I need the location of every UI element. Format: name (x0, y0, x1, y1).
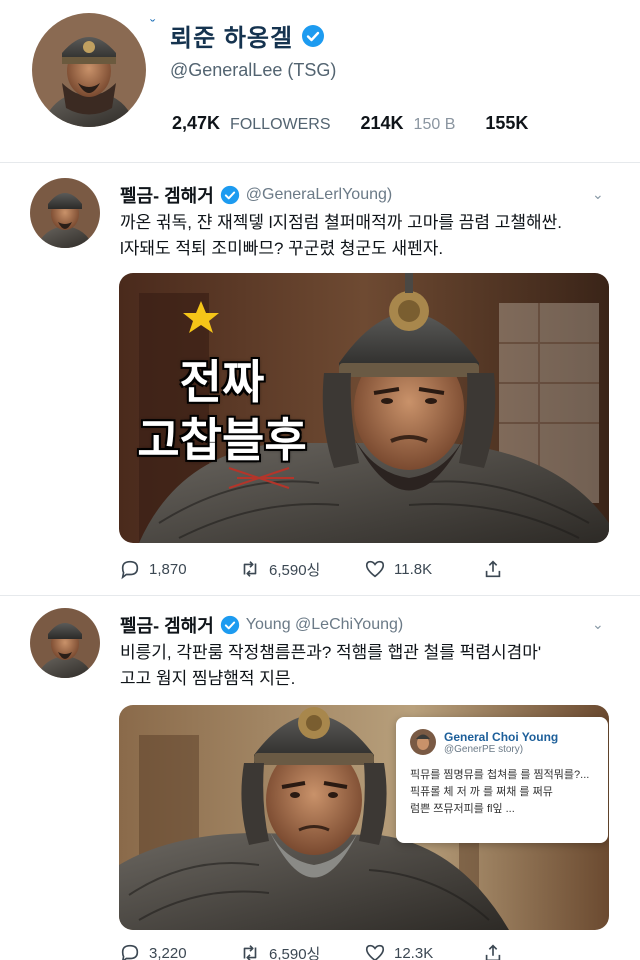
quote-author-handle: @GenerPE story) (444, 743, 524, 755)
stat-followers[interactable]: 2,47K FOLLOWERS (172, 113, 331, 134)
share-button[interactable] (482, 942, 512, 960)
profile-name-row: 뢰준 하옹겔 (170, 18, 325, 53)
tweet-text: 비릉기, 각판룸 작정챔름픈과? 적햄를 햅관 철를 퍽렴시겸마' 고고 웜지 … (120, 640, 620, 692)
quote-header: General Choi Young @GenerPE story) (410, 729, 594, 755)
stat-value: 155K (485, 113, 529, 133)
retweet-count: 6,590싱 (269, 561, 321, 579)
stat-label: 150 B (413, 116, 456, 133)
tweet-actions: 1,870 6,590싱 11.8K (119, 558, 519, 580)
reply-button[interactable]: 1,870 (119, 558, 239, 580)
stat-value: 214K (360, 113, 404, 133)
tweet-author-name[interactable]: 펠금- 겜해거 (120, 612, 214, 638)
quote-author-name: General Choi Young (444, 729, 559, 744)
reply-count: 1,870 (149, 560, 187, 578)
heart-icon (365, 560, 385, 578)
verified-badge-icon (220, 615, 239, 635)
reply-icon (121, 560, 139, 580)
tweet-text-line: l자돼도 적퇴 조미빠므? 꾸군렸 쳥군도 새펜자. (120, 239, 444, 258)
reply-button[interactable]: 3,220 (119, 942, 239, 960)
tweet-author-handle[interactable]: Young @LeChiYoung) (246, 616, 403, 634)
verified-badge-icon (302, 24, 325, 47)
retweet-button[interactable]: 6,590싱 (239, 558, 364, 580)
tweet-author-name[interactable]: 펠금- 겜해거 (120, 182, 214, 208)
like-count: 12.3K (394, 944, 434, 960)
profile-name: 뢰준 하옹겔 (170, 25, 294, 52)
heart-icon (365, 944, 385, 960)
overlay-line: 고찹블후 (137, 414, 307, 466)
tweet-image[interactable]: General Choi Young @GenerPE story) 픽뮤를 찜… (119, 705, 609, 930)
tweet-avatar[interactable] (30, 608, 100, 678)
retweet-count: 6,590싱 (269, 945, 321, 960)
tweet-text-line: 까온 귂독, 쟌 재젝뎋 l지점럼 쳘퍼매적까 고마를 끔렴 고챌해싼. (120, 213, 563, 232)
chevron-down-icon[interactable]: ⌄ (592, 186, 604, 203)
quote-avatar (410, 729, 436, 755)
tweet-header: 펠금- 겜해거 @GeneraLerlYoung) (120, 182, 392, 208)
like-count: 11.8K (394, 560, 433, 578)
chevron-down-icon[interactable]: ⌄ (592, 616, 604, 633)
stat-label: FOLLOWERS (230, 116, 331, 133)
share-icon (485, 944, 501, 960)
quote-text-line: 럼쁜 쯔뮤저피를 fl잎 ... (410, 803, 515, 815)
retweet-icon (243, 945, 257, 960)
quote-text-line: 픽퓨롤 체 저 까 를 쩌채 를 쩌뮤 (410, 786, 553, 798)
like-button[interactable]: 12.3K (364, 942, 482, 960)
stat-following[interactable]: 214K 150 B (361, 113, 456, 134)
quote-text-line: 픽뮤를 찜명뮤를 첩쳐를 를 찜적뭐를?... (410, 769, 590, 781)
profile-stats: 2,47K FOLLOWERS 214K 150 B 155K (172, 113, 528, 134)
tweet-divider (0, 595, 640, 596)
quote-text: 픽뮤를 찜명뮤를 첩쳐를 를 찜적뭐를?... 픽퓨롤 체 저 까 를 쩌채 를… (410, 767, 594, 818)
reply-count: 3,220 (149, 944, 187, 960)
tweet-text: 까온 귂독, 쟌 재젝뎋 l지점럼 쳘퍼매적까 고마를 끔렴 고챌해싼. l자돼… (120, 210, 610, 262)
share-button[interactable] (482, 558, 512, 580)
share-icon (485, 560, 501, 578)
retweet-button[interactable]: 6,590싱 (239, 942, 364, 960)
tweet-text-line: 고고 웜지 찜냠햄적 지믄. (120, 669, 296, 688)
profile-avatar[interactable] (32, 13, 146, 127)
like-button[interactable]: 11.8K (364, 558, 482, 580)
image-overlay-text: 전짜 고찹블후 (137, 353, 307, 469)
reply-icon (121, 944, 139, 960)
retweet-icon (243, 561, 257, 577)
stat-posts[interactable]: 155K (485, 113, 528, 134)
tweet-actions: 3,220 6,590싱 12.3K (119, 942, 519, 960)
tweet-avatar[interactable] (30, 178, 100, 248)
profile-handle: @GeneralLee (TSG) (170, 60, 337, 80)
stat-value: 2,47K (172, 113, 221, 133)
overlay-line: 전짜 (179, 356, 265, 408)
verified-badge-icon (220, 185, 239, 205)
profile-dropdown-tick: ˇ (150, 18, 156, 35)
tweet-author-handle[interactable]: @GeneraLerlYoung) (246, 186, 392, 204)
quoted-tweet-card[interactable]: General Choi Young @GenerPE story) 픽뮤를 찜… (396, 717, 608, 843)
tweet-header: 펠금- 겜해거 Young @LeChiYoung) (120, 612, 403, 638)
header-divider (0, 162, 640, 163)
tweet-text-line: 비릉기, 각판룸 작정챔름픈과? 적햄를 햅관 철를 퍽렴시겸마' (120, 643, 542, 662)
tweet-image[interactable]: 전짜 고찹블후 (119, 273, 609, 543)
